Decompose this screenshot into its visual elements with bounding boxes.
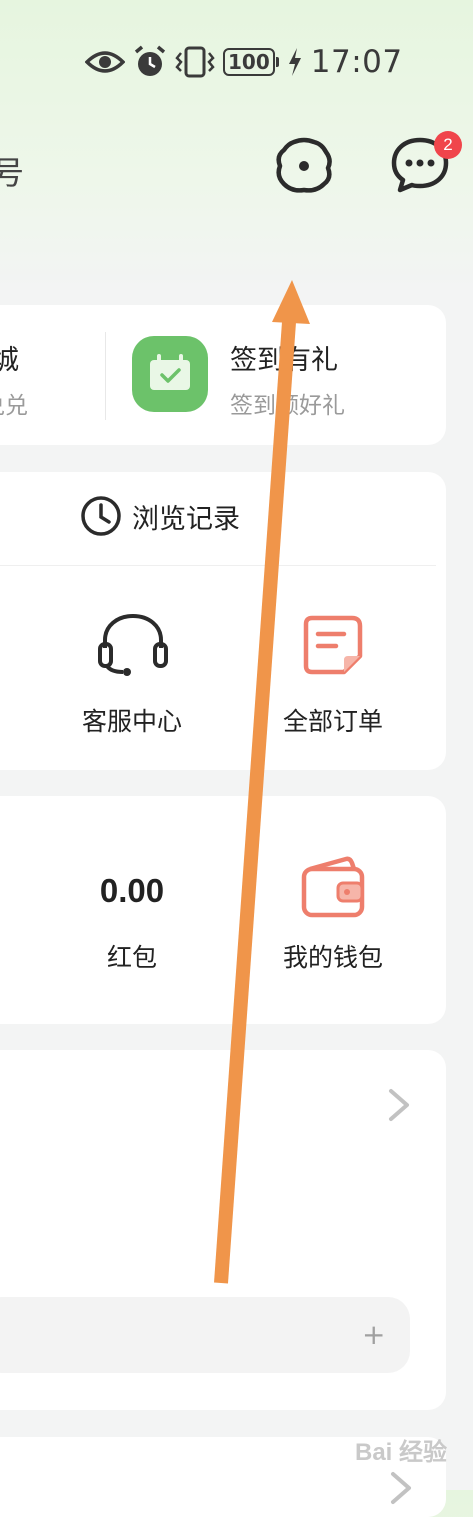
all-orders-label[interactable]: 全部订单 — [243, 702, 423, 738]
red-packet-label[interactable]: 红包 — [42, 938, 222, 974]
charging-icon — [288, 48, 301, 76]
battery-indicator: 100 — [223, 48, 279, 76]
watermark: Bai 经验 — [355, 1439, 448, 1466]
input-bar[interactable] — [0, 1297, 410, 1373]
clock-icon — [81, 496, 121, 536]
red-packet-value[interactable]: 0.00 — [42, 872, 222, 910]
settings-gear-icon[interactable] — [272, 136, 336, 196]
browsing-history-label: 浏览记录 — [132, 503, 240, 535]
wallet-card — [0, 796, 446, 1024]
left-item-subtitle: 兑兑 — [0, 393, 28, 419]
add-button[interactable]: + — [362, 1318, 385, 1351]
wallet-icon[interactable] — [300, 855, 366, 919]
divider — [105, 332, 106, 420]
checkin-subtitle: 签到领好礼 — [230, 393, 345, 419]
eye-icon — [85, 51, 125, 73]
status-bar: 100 17:07 — [85, 40, 403, 84]
browsing-history-button[interactable]: 浏览记录 — [80, 495, 240, 537]
header-partial-text: 号 — [0, 154, 25, 192]
vibrate-icon — [175, 46, 215, 78]
clock: 17:07 — [310, 44, 403, 80]
order-list-icon[interactable] — [300, 612, 366, 678]
alarm-icon — [134, 45, 166, 76]
divider — [0, 565, 436, 566]
left-item-title[interactable]: 城 — [0, 338, 19, 377]
battery-level: 100 — [223, 48, 275, 76]
headset-icon[interactable] — [97, 612, 169, 676]
checkin-title[interactable]: 签到有礼 — [230, 338, 338, 377]
checkin-calendar-icon[interactable] — [132, 336, 208, 412]
chevron-right-icon[interactable] — [383, 1085, 413, 1125]
customer-service-label[interactable]: 客服中心 — [42, 702, 222, 738]
my-wallet-label[interactable]: 我的钱包 — [243, 938, 423, 974]
chevron-right-icon[interactable] — [385, 1468, 415, 1508]
top-card — [0, 305, 446, 445]
message-count-badge: 2 — [434, 131, 462, 159]
